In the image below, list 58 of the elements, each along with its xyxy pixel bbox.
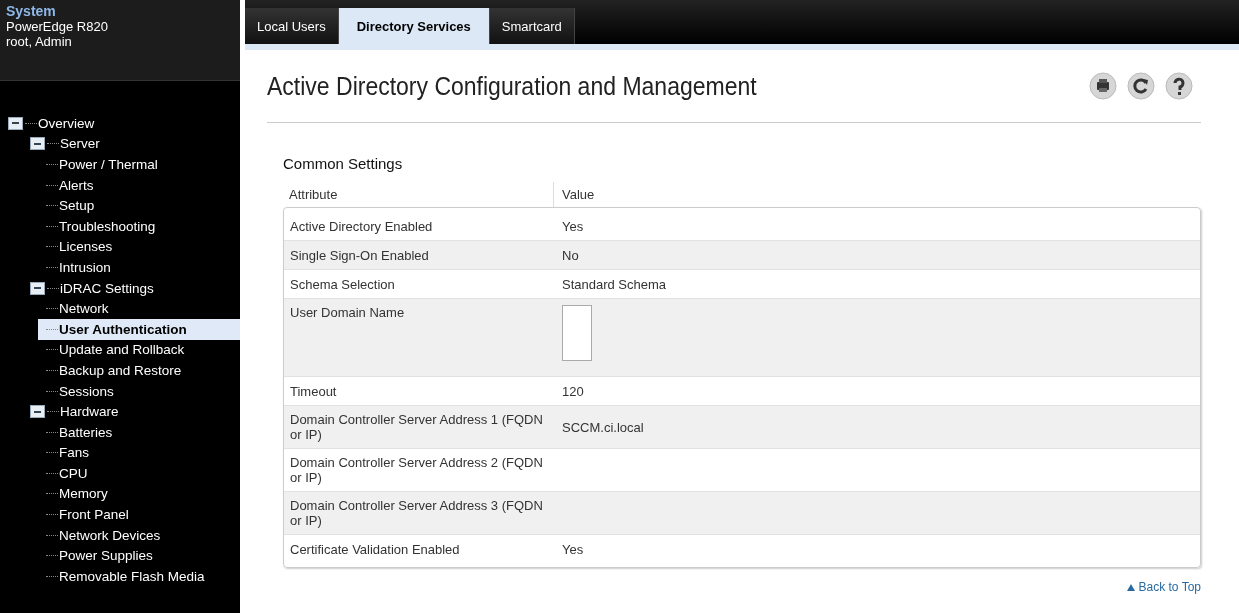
table-cell-text: Yes [561, 217, 585, 236]
system-title: System [6, 4, 57, 19]
tree-item[interactable]: Front Panel [46, 504, 240, 525]
tree-item[interactable]: Server [30, 133, 240, 155]
tree-item[interactable]: User Authentication [38, 318, 240, 340]
tree-item[interactable]: Fans [46, 442, 240, 464]
tree-item[interactable]: Network [46, 298, 240, 319]
tree-item[interactable]: Intrusion [46, 257, 240, 278]
tree-item[interactable]: Removable Flash Media [46, 566, 240, 587]
table-cell-text: Active Directory Enabled [289, 217, 434, 236]
user-label: root, Admin [6, 34, 73, 49]
print-icon[interactable] [1089, 72, 1117, 100]
column-header: Value [553, 182, 595, 207]
tree-item[interactable]: Power / Thermal [46, 154, 240, 175]
tree-item[interactable]: Update and Rollback [46, 339, 240, 361]
tree-item[interactable]: Hardware [30, 401, 240, 422]
table-cell-text: Standard Schema [561, 275, 668, 294]
column-header: Attribute [288, 187, 339, 202]
collapse-icon[interactable] [8, 116, 23, 130]
tab[interactable]: Directory Services [338, 8, 490, 44]
tree-item[interactable]: Network Devices [46, 524, 240, 546]
tree-item[interactable]: Backup and Restore [46, 360, 240, 381]
tree-item[interactable]: Licenses [46, 236, 240, 258]
collapse-icon[interactable] [30, 137, 45, 151]
collapse-icon[interactable] [30, 405, 45, 419]
tree-item[interactable]: Troubleshooting [46, 215, 240, 237]
tab[interactable]: Smartcard [489, 8, 575, 44]
page-title: Active Directory Configuration and Management [267, 71, 757, 101]
table-cell-text: Schema Selection [289, 275, 396, 294]
tab[interactable]: Local Users [245, 8, 339, 44]
tree-item[interactable]: Batteries [46, 421, 240, 443]
table-cell-text: Timeout [289, 382, 338, 401]
table-cell-text: User Domain Name [289, 304, 406, 322]
help-icon[interactable] [1165, 72, 1193, 100]
section-title: Common Settings [283, 155, 404, 172]
input-field[interactable] [562, 305, 592, 361]
refresh-icon[interactable] [1127, 72, 1155, 100]
tree-item[interactable]: Setup [46, 195, 240, 216]
tree-item[interactable]: Memory [46, 483, 240, 505]
table-cell-text: SCCM.ci.local [561, 418, 645, 437]
tree-item[interactable]: CPU [46, 463, 240, 484]
back-to-top-link[interactable]: Back to Top [1126, 580, 1201, 594]
up-triangle-icon [1126, 583, 1135, 591]
collapse-icon[interactable] [30, 281, 45, 295]
table-cell-text: Yes [561, 540, 585, 559]
tree-item[interactable]: Alerts [46, 174, 240, 196]
system-model: PowerEdge R820 [6, 19, 109, 34]
table-cell-text: Certificate Validation Enabled [289, 540, 461, 559]
table-cell-text: Domain Controller Server Address 2 (FQDN or IP) [289, 454, 544, 487]
tree-item[interactable]: Power Supplies [46, 545, 240, 567]
table-cell-text: Domain Controller Server Address 3 (FQDN or IP) [289, 497, 544, 530]
tree-item[interactable]: Overview [8, 113, 240, 134]
table-cell-text: Single Sign-On Enabled [289, 246, 430, 265]
tree-item[interactable]: iDRAC Settings [30, 277, 240, 299]
tree-item[interactable]: Sessions [46, 380, 240, 402]
table-cell-text: 120 [561, 382, 585, 401]
table-cell-text: Domain Controller Server Address 1 (FQDN or IP) [289, 411, 544, 444]
table-cell-text: No [561, 246, 580, 265]
